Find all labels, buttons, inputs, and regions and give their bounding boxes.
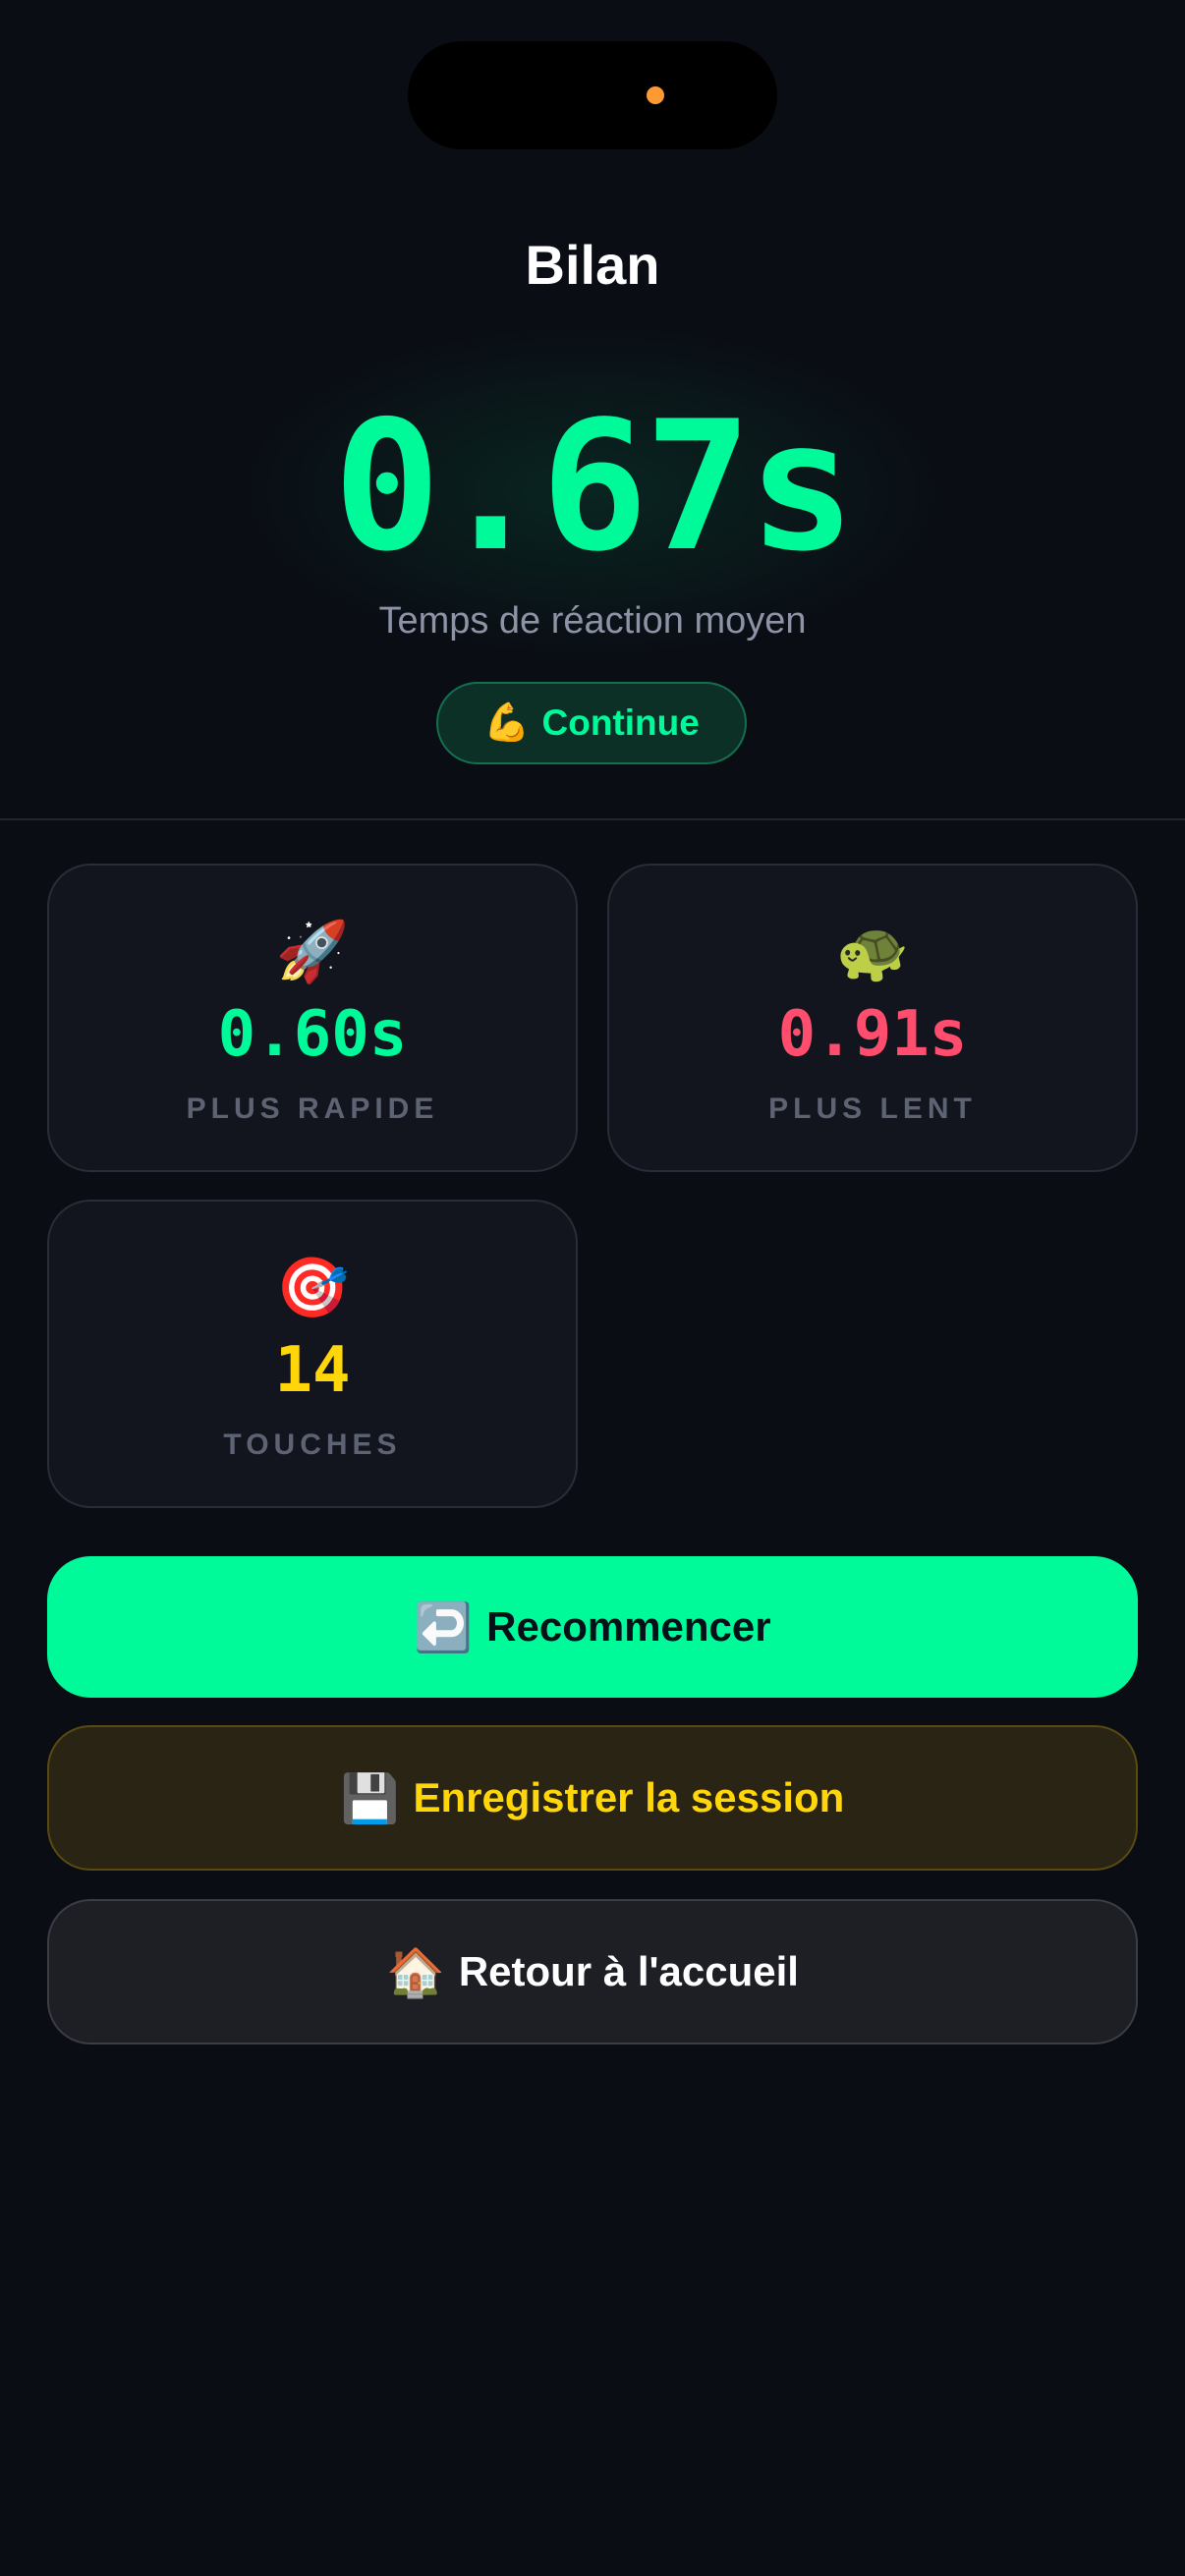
- flexed-biceps-icon: 💪: [483, 702, 531, 744]
- floppy-disk-icon: 💾: [340, 1772, 400, 1825]
- dynamic-island: [408, 41, 777, 149]
- restart-button-label: Recommencer: [486, 1603, 771, 1650]
- section-divider: [0, 818, 1185, 820]
- stat-card-fastest: 🚀 0.60s PLUS RAPIDE: [47, 864, 578, 1172]
- rocket-icon: 🚀: [275, 919, 350, 984]
- turtle-icon: 🐢: [835, 919, 910, 984]
- fastest-time-value: 0.60s: [217, 998, 408, 1071]
- house-icon: 🏠: [386, 1946, 445, 1999]
- rating-badge: 💪 Continue: [436, 682, 747, 764]
- slowest-time-label: PLUS LENT: [768, 1092, 977, 1125]
- fastest-time-label: PLUS RAPIDE: [186, 1092, 439, 1125]
- stat-card-slowest: 🐢 0.91s PLUS LENT: [607, 864, 1138, 1172]
- recording-indicator-dot: [647, 86, 664, 104]
- back-home-button-label: Retour à l'accueil: [458, 1948, 799, 1994]
- taps-count-label: TOUCHES: [223, 1428, 402, 1461]
- back-home-button[interactable]: 🏠 Retour à l'accueil: [47, 1899, 1138, 2044]
- restart-button[interactable]: ↩️ Recommencer: [47, 1556, 1138, 1698]
- return-arrow-icon: ↩️: [414, 1601, 474, 1654]
- page-title: Bilan: [525, 234, 660, 296]
- save-session-button-label: Enregistrer la session: [413, 1774, 845, 1820]
- average-reaction-label: Temps de réaction moyen: [378, 600, 807, 642]
- rating-label: Continue: [541, 702, 700, 743]
- target-icon: 🎯: [275, 1255, 350, 1320]
- taps-count-value: 14: [274, 1334, 351, 1407]
- average-reaction-time: 0.67s: [333, 382, 856, 590]
- slowest-time-value: 0.91s: [777, 998, 968, 1071]
- stat-card-taps: 🎯 14 TOUCHES: [47, 1200, 578, 1508]
- save-session-button[interactable]: 💾 Enregistrer la session: [47, 1725, 1138, 1871]
